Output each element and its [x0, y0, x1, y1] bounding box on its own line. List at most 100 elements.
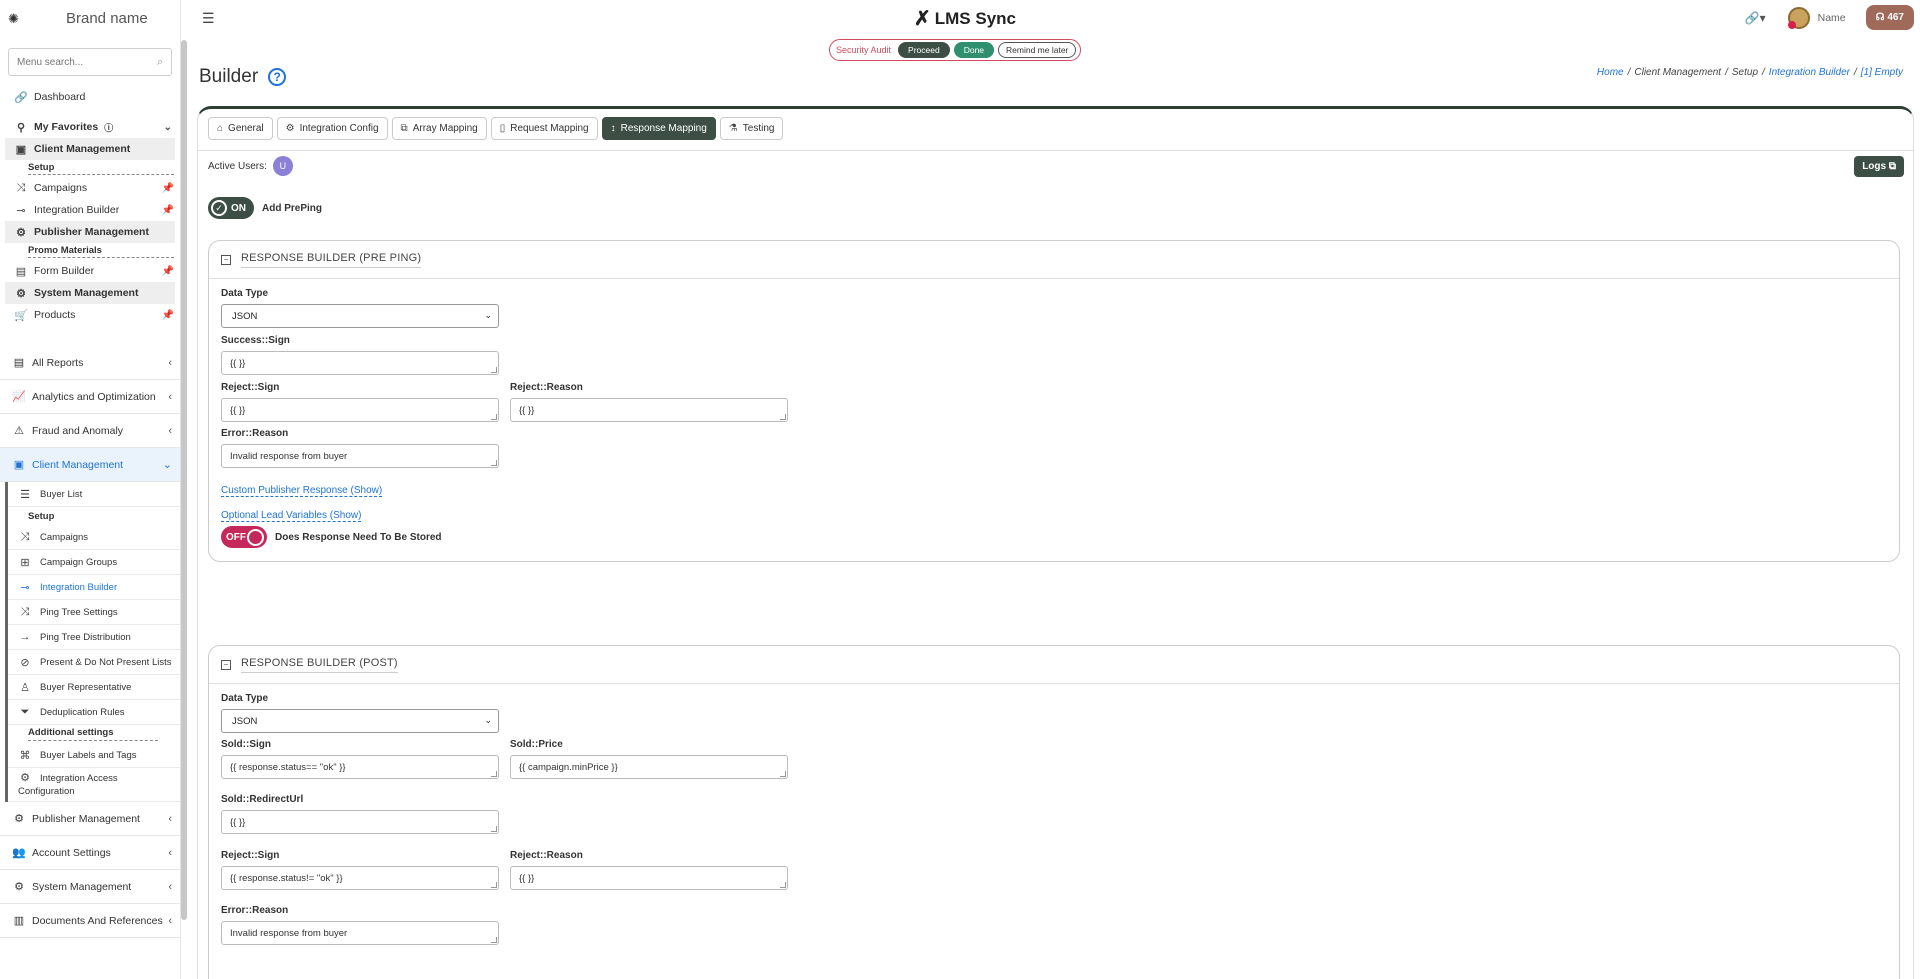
file-icon: ▯	[499, 123, 506, 134]
sidebar-item-documents[interactable]: ▥ Documents And References ‹	[0, 904, 180, 938]
help-icon[interactable]: ?	[268, 68, 287, 86]
sidebar-item-ping-tree-settings[interactable]: ⤨ Ping Tree Settings	[8, 600, 180, 625]
logs-button[interactable]: Logs ⧉	[1854, 156, 1904, 177]
sidebar-item-all-reports[interactable]: ▤ All Reports ‹	[0, 346, 180, 380]
preping-switch[interactable]: ✓ ON	[208, 197, 254, 219]
sidebar-scrollbar[interactable]	[181, 40, 187, 920]
fav-promo-label: Promo Materials	[0, 243, 180, 260]
sidebar-item-dashboard[interactable]: 🔗 Dashboard	[0, 86, 180, 108]
sidebar-item-present-lists[interactable]: ⊘ Present & Do Not Present Lists	[8, 650, 180, 675]
reject-sign-field[interactable]: {{ }}	[221, 398, 499, 422]
brand[interactable]: ✺ Brand name	[0, 0, 180, 36]
proceed-button[interactable]: Proceed	[898, 42, 950, 58]
post-header[interactable]: − RESPONSE BUILDER (POST)	[209, 646, 1899, 684]
error-reason-label: Error::Reason	[221, 905, 289, 916]
table-icon: ▤	[15, 265, 27, 278]
optional-lead-variables-link[interactable]: Optional Lead Variables (Show)	[221, 510, 362, 522]
success-sign-field[interactable]: {{ }}	[221, 351, 499, 375]
reject-reason-field[interactable]: {{ }}	[510, 866, 788, 890]
user-avatar[interactable]: U	[272, 156, 293, 176]
store-response-switch[interactable]: OFF	[221, 526, 267, 548]
search-icon: ⌕	[156, 55, 163, 68]
store-response-toggle[interactable]: OFF Does Response Need To Be Stored	[221, 526, 442, 548]
avatar[interactable]	[1787, 6, 1810, 29]
sidebar-item-publisher-management[interactable]: ⚙ Publisher Management ‹	[0, 802, 180, 836]
status-dot	[1787, 20, 1796, 29]
done-button[interactable]: Done	[953, 42, 995, 58]
sidebar-item-my-favorites[interactable]: ⚲ My Favorites ⓘ ⌄	[0, 116, 180, 138]
logs-label: Logs	[1862, 161, 1887, 172]
data-type-label: Data Type	[221, 288, 269, 299]
breadcrumb-home[interactable]: Home	[1597, 67, 1624, 78]
tab-integration-config[interactable]: ⚙ Integration Config	[276, 117, 388, 140]
sidebar-item-client-management[interactable]: ▣ Client Management ⌄	[0, 448, 180, 482]
collapse-icon[interactable]: −	[221, 659, 231, 670]
tab-testing[interactable]: ⚗ Testing	[719, 117, 784, 140]
copy-icon: ⧉	[400, 123, 408, 134]
reject-reason-label: Reject::Reason	[510, 850, 583, 861]
fav-campaigns[interactable]: ⤨ Campaigns 📌	[0, 177, 180, 199]
sidebar-item-label: Form Builder	[34, 265, 95, 277]
menu-search-input[interactable]	[17, 56, 137, 68]
fav-client-management[interactable]: ▣ Client Management	[5, 138, 175, 160]
custom-publisher-response-link[interactable]: Custom Publisher Response (Show)	[221, 485, 383, 497]
pin-icon[interactable]: 📌	[162, 183, 174, 194]
sidebar-item-integration-builder[interactable]: ⊸ Integration Builder	[8, 575, 180, 600]
collapse-icon[interactable]: −	[221, 254, 231, 265]
link-dropdown-icon[interactable]: 🔗▾	[1745, 11, 1766, 25]
sidebar-item-campaigns[interactable]: ⤨ Campaigns	[8, 525, 180, 550]
fav-form-builder[interactable]: ▤ Form Builder 📌	[0, 260, 180, 282]
reject-reason-label: Reject::Reason	[510, 382, 583, 393]
sold-sign-field[interactable]: {{ response.status== "ok" }}	[221, 755, 499, 779]
tab-general[interactable]: ⌂ General	[208, 117, 273, 140]
sold-price-field[interactable]: {{ campaign.minPrice }}	[510, 755, 788, 779]
sidebar-item-ping-tree-distribution[interactable]: → Ping Tree Distribution	[8, 625, 180, 650]
breadcrumb-current[interactable]: [1] Empty	[1861, 67, 1903, 78]
preping-toggle[interactable]: ✓ ON Add PrePing	[208, 197, 322, 219]
support-badge[interactable]: ☊ 467	[1865, 5, 1914, 30]
hamburger-icon[interactable]: ☰	[202, 10, 215, 27]
data-type-select[interactable]: JSON ⌄	[221, 709, 499, 733]
user-name[interactable]: Name	[1818, 12, 1846, 24]
error-reason-label: Error::Reason	[221, 428, 289, 439]
active-users: Active Users: U	[208, 156, 293, 176]
pin-icon[interactable]: 📌	[162, 205, 174, 216]
breadcrumb-integration-builder[interactable]: Integration Builder	[1769, 67, 1850, 78]
fav-products[interactable]: 🛒 Products 📌	[0, 304, 180, 326]
error-reason-field[interactable]: Invalid response from buyer	[221, 921, 499, 945]
sidebar-item-account-settings[interactable]: 👥 Account Settings ‹	[0, 836, 180, 870]
sidebar-item-fraud[interactable]: ⚠ Fraud and Anomaly ‹	[0, 414, 180, 448]
fav-system-management[interactable]: ⚙ System Management	[5, 282, 175, 304]
plug-icon: ⊸	[20, 581, 30, 594]
sold-redirect-field[interactable]: {{ }}	[221, 810, 499, 834]
fav-publisher-management[interactable]: ⚙ Publisher Management	[5, 221, 175, 243]
pin-icon[interactable]: 📌	[162, 266, 174, 277]
tab-response-mapping[interactable]: ↕ Response Mapping	[601, 117, 716, 140]
sidebar-item-buyer-labels[interactable]: ⌘ Buyer Labels and Tags	[8, 743, 180, 768]
link-icon: 🔗	[14, 91, 28, 104]
sidebar-item-integration-access[interactable]: ⚙ Integration Access Configuration	[8, 768, 180, 802]
reject-reason-field[interactable]: {{ }}	[510, 398, 788, 422]
app-logo[interactable]: ✗ LMS Sync	[914, 6, 1016, 31]
error-reason-field[interactable]: Invalid response from buyer	[221, 444, 499, 468]
remind-later-button[interactable]: Remind me later	[998, 42, 1077, 58]
reject-sign-field[interactable]: {{ response.status!= "ok" }}	[221, 866, 499, 890]
sidebar-item-system-management[interactable]: ⚙ System Management ‹	[0, 870, 180, 904]
sold-sign-label: Sold::Sign	[221, 739, 271, 750]
tab-array-mapping[interactable]: ⧉ Array Mapping	[391, 117, 487, 140]
home-icon: ⌂	[217, 123, 224, 134]
sidebar-item-label: Campaigns	[34, 182, 88, 194]
tab-request-mapping[interactable]: ▯ Request Mapping	[490, 117, 598, 140]
sidebar-item-dedup-rules[interactable]: ⏷ Deduplication Rules	[8, 700, 180, 725]
shuffle-icon: ⤨	[20, 530, 30, 543]
sidebar-item-analytics[interactable]: 📈 Analytics and Optimization ‹	[0, 380, 180, 414]
data-type-select[interactable]: JSON ⌄	[221, 304, 499, 328]
fav-integration-builder[interactable]: ⊸ Integration Builder 📌	[0, 199, 180, 221]
headset-icon: ☊	[1875, 12, 1888, 23]
pin-icon[interactable]: 📌	[162, 310, 174, 321]
sidebar-item-buyer-list[interactable]: ☰ Buyer List	[8, 482, 180, 507]
pre-ping-header[interactable]: − RESPONSE BUILDER (PRE PING)	[209, 241, 1899, 279]
menu-search[interactable]: ⌕	[8, 48, 172, 76]
sidebar-item-campaign-groups[interactable]: ⊞ Campaign Groups	[8, 550, 180, 575]
sidebar-item-buyer-representative[interactable]: ♙ Buyer Representative	[8, 675, 180, 700]
